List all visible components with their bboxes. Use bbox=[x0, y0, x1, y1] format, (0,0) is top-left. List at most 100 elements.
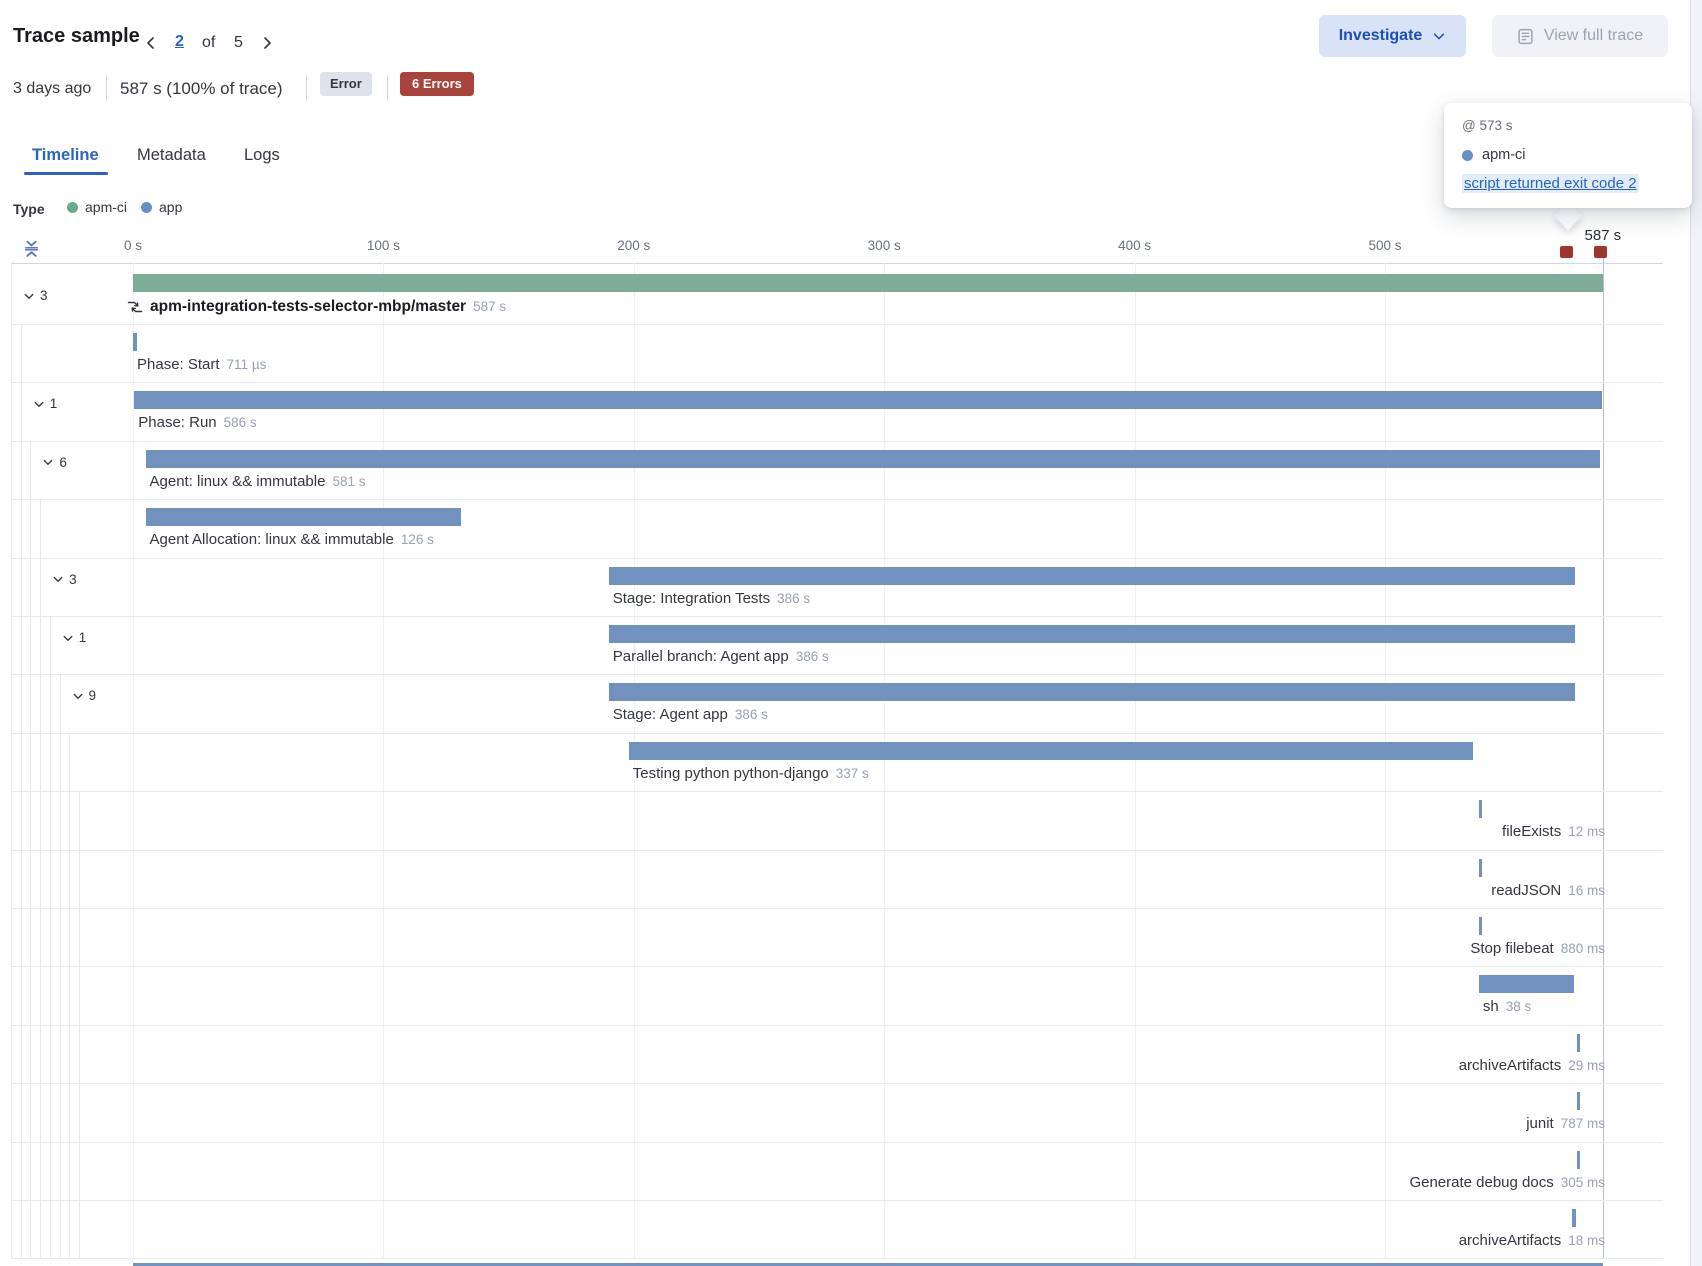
indent-guide bbox=[11, 441, 12, 499]
error-marker[interactable] bbox=[1560, 246, 1573, 258]
expand-toggle[interactable]: 3 bbox=[52, 572, 77, 587]
indent-guide bbox=[50, 850, 51, 908]
chevron-down-icon bbox=[52, 573, 64, 585]
divider bbox=[306, 75, 307, 101]
span-label[interactable]: sh38 s bbox=[1483, 998, 1531, 1015]
indent-guide bbox=[79, 1142, 80, 1200]
span-bar[interactable] bbox=[609, 683, 1576, 701]
indent-guide bbox=[30, 850, 31, 908]
fold-icon bbox=[22, 239, 41, 258]
span-bar[interactable] bbox=[146, 450, 1601, 468]
indent-guide bbox=[60, 850, 61, 908]
span-bar[interactable] bbox=[1577, 1034, 1581, 1052]
waterfall-row: 1 Parallel branch: Agent app386 s bbox=[0, 616, 1702, 674]
indent-guide bbox=[40, 674, 41, 732]
span-label[interactable]: apm-integration-tests-selector-mbp/maste… bbox=[127, 298, 506, 316]
child-count: 3 bbox=[40, 288, 48, 303]
span-bar[interactable] bbox=[609, 567, 1576, 585]
view-full-trace-button[interactable]: View full trace bbox=[1492, 15, 1668, 57]
legend-item[interactable]: apm-ci bbox=[67, 199, 127, 215]
indent-guide bbox=[21, 908, 22, 966]
span-label[interactable]: Phase: Run586 s bbox=[138, 414, 256, 431]
indent-guide bbox=[50, 1025, 51, 1083]
indent-guide bbox=[40, 1142, 41, 1200]
waterfall-row: archiveArtifacts18 ms bbox=[0, 1200, 1702, 1258]
span-label[interactable]: Stage: Agent app386 s bbox=[613, 706, 768, 723]
tab-logs[interactable]: Logs bbox=[244, 146, 280, 165]
investigate-label: Investigate bbox=[1339, 27, 1423, 45]
span-bar[interactable] bbox=[1572, 1209, 1576, 1227]
current-sample-number[interactable]: 2 bbox=[175, 33, 184, 51]
span-label[interactable]: Generate debug docs 305 ms bbox=[1409, 1174, 1605, 1191]
total-samples-number: 5 bbox=[234, 34, 243, 52]
span-label[interactable]: Agent: linux && immutable581 s bbox=[150, 473, 366, 490]
span-label[interactable]: Stop filebeat880 ms bbox=[1470, 940, 1605, 957]
error-message-link[interactable]: script returned exit code 2 bbox=[1462, 174, 1639, 193]
span-label[interactable]: fileExists12 ms bbox=[1502, 823, 1605, 840]
tab-timeline[interactable]: Timeline bbox=[32, 146, 99, 165]
span-label[interactable]: Parallel branch: Agent app386 s bbox=[613, 648, 829, 665]
span-bar[interactable] bbox=[133, 333, 137, 351]
span-label[interactable]: Stage: Integration Tests386 s bbox=[613, 590, 810, 607]
child-count: 3 bbox=[69, 572, 77, 587]
span-bar[interactable] bbox=[629, 742, 1473, 760]
next-sample-button[interactable] bbox=[257, 33, 277, 53]
indent-guide bbox=[50, 733, 51, 791]
legend-item[interactable]: app bbox=[141, 199, 182, 215]
span-duration: 29 ms bbox=[1568, 1058, 1605, 1073]
sample-duration: 587 s (100% of trace) bbox=[120, 79, 283, 99]
span-bar[interactable] bbox=[1479, 859, 1483, 877]
span-bar[interactable] bbox=[609, 625, 1576, 643]
span-bar[interactable] bbox=[134, 391, 1601, 409]
span-bar[interactable] bbox=[1479, 917, 1483, 935]
expand-toggle[interactable]: 9 bbox=[72, 688, 97, 703]
indent-guide bbox=[60, 966, 61, 1024]
span-bar[interactable] bbox=[1479, 975, 1574, 993]
span-name: Stage: Integration Tests bbox=[613, 590, 770, 607]
span-label[interactable]: Agent Allocation: linux && immutable126 … bbox=[150, 531, 434, 548]
indent-guide bbox=[21, 1200, 22, 1258]
span-duration: 305 ms bbox=[1561, 1175, 1605, 1190]
collapse-all-button[interactable] bbox=[21, 238, 41, 258]
indent-guide bbox=[40, 791, 41, 849]
span-label[interactable]: archiveArtifacts 29 ms bbox=[1459, 1057, 1605, 1074]
span-label[interactable]: junit787 ms bbox=[1526, 1115, 1605, 1132]
span-name: archiveArtifacts bbox=[1459, 1057, 1562, 1074]
span-bar[interactable] bbox=[1479, 800, 1483, 818]
indent-guide bbox=[40, 1083, 41, 1141]
indent-guide bbox=[40, 616, 41, 674]
span-bar[interactable] bbox=[1577, 1151, 1581, 1169]
span-label[interactable]: archiveArtifacts18 ms bbox=[1459, 1232, 1605, 1249]
span-duration: 18 ms bbox=[1568, 1233, 1605, 1248]
expand-toggle[interactable]: 1 bbox=[33, 396, 58, 411]
indent-guide bbox=[11, 791, 12, 849]
investigate-button[interactable]: Investigate bbox=[1319, 15, 1466, 57]
expand-toggle[interactable]: 3 bbox=[23, 288, 48, 303]
error-marker[interactable] bbox=[1594, 246, 1607, 258]
span-label[interactable]: Testing python python-django337 s bbox=[633, 765, 869, 782]
span-name: Phase: Start bbox=[137, 356, 220, 373]
prev-sample-button[interactable] bbox=[141, 33, 161, 53]
waterfall-row: sh38 s bbox=[0, 966, 1702, 1024]
expand-toggle[interactable]: 6 bbox=[42, 455, 67, 470]
indent-guide bbox=[30, 499, 31, 557]
span-label[interactable]: readJSON16 ms bbox=[1491, 882, 1605, 899]
span-name: Generate debug docs bbox=[1409, 1174, 1553, 1191]
trace-sample-panel: Trace sample 2 of 5 Investigate View ful… bbox=[0, 0, 1702, 1266]
child-count: 9 bbox=[89, 688, 97, 703]
expand-toggle[interactable]: 1 bbox=[62, 630, 87, 645]
tab-metadata[interactable]: Metadata bbox=[137, 146, 206, 165]
span-label[interactable]: Phase: Start711 µs bbox=[137, 356, 266, 373]
indent-guide bbox=[79, 966, 80, 1024]
errors-count-badge[interactable]: 6 Errors bbox=[400, 72, 474, 96]
span-bar[interactable] bbox=[1577, 1092, 1581, 1110]
child-count: 6 bbox=[59, 455, 67, 470]
indent-guide bbox=[40, 1025, 41, 1083]
span-bar[interactable] bbox=[146, 508, 462, 526]
indent-guide bbox=[79, 1025, 80, 1083]
axis-tick-label: 400 s bbox=[1118, 238, 1151, 253]
span-bar[interactable] bbox=[133, 274, 1603, 292]
chevron-down-icon bbox=[33, 398, 45, 410]
indent-guide bbox=[30, 791, 31, 849]
indent-guide bbox=[79, 791, 80, 849]
